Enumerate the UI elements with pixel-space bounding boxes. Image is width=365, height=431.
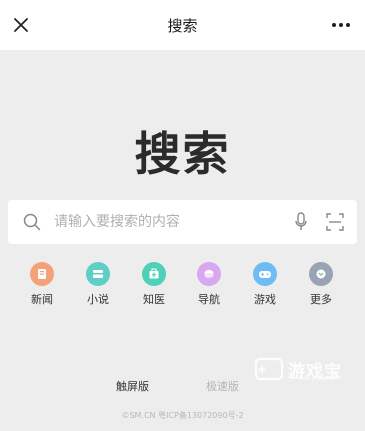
scan-button[interactable] [321,200,349,244]
search-input[interactable] [50,200,287,244]
shortcut-label: 小说 [87,293,109,306]
shortcut-bar: 新闻 小说 知医 导航 游戏 更多 [0,262,365,312]
close-icon [14,18,28,32]
shortcut-game[interactable]: 游戏 [245,262,285,310]
shortcut-more[interactable]: 更多 [301,262,341,310]
game-icon [253,262,277,286]
shortcut-label: 更多 [310,293,332,306]
shortcut-label: 新闻 [31,293,53,306]
news-icon [30,262,54,286]
ellipsis-icon [332,23,350,27]
fast-version-link[interactable]: 极速版 [206,378,239,394]
footer-links: 触屏版 极速版 [0,378,365,394]
more-options-button[interactable] [329,14,353,36]
shortcut-navigation[interactable]: 导航 [189,262,229,310]
microphone-icon [295,212,307,230]
medical-icon [142,262,166,286]
shortcut-medical[interactable]: 知医 [134,262,174,310]
touch-version-link[interactable]: 触屏版 [116,378,149,394]
copyright-text: ©SM.CN 粤ICP备13072090号-2 [121,411,244,420]
page-title: 搜索 [167,16,198,35]
shortcut-news[interactable]: 新闻 [22,262,62,310]
shortcut-label: 导航 [198,293,220,306]
shortcut-novel[interactable]: 小说 [78,262,118,310]
top-bar: 搜索 [0,0,365,50]
search-logo: 搜索 [134,127,231,181]
search-box[interactable] [8,200,357,244]
shortcut-label: 知医 [143,293,165,306]
voice-search-button[interactable] [287,200,315,244]
search-icon [14,200,50,244]
shortcut-label: 游戏 [254,293,276,306]
scan-icon [326,213,344,231]
novel-icon [86,262,110,286]
navigation-icon [197,262,221,286]
close-button[interactable] [10,14,32,36]
more-icon [309,262,333,286]
